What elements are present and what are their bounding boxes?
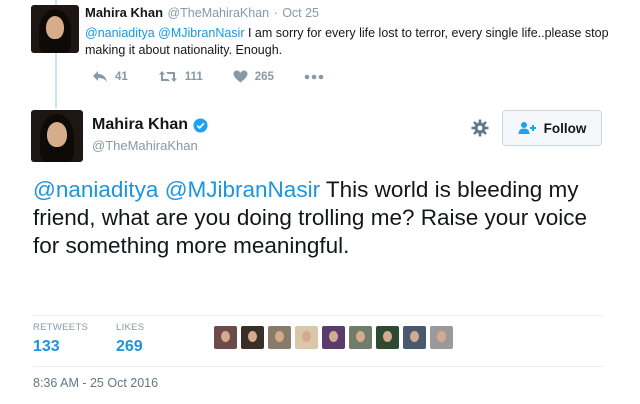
main-author-name[interactable]: Mahira Khan <box>92 116 188 134</box>
liker-avatar[interactable] <box>241 326 264 349</box>
reply-actions: 41 111 265 <box>92 70 354 83</box>
heart-icon <box>233 70 248 83</box>
liker-avatar[interactable] <box>322 326 345 349</box>
tweet-timestamp[interactable]: 8:36 AM - 25 Oct 2016 <box>33 376 158 390</box>
reply-avatar[interactable] <box>31 5 79 53</box>
reply-tweet: Mahira Khan @TheMahiraKhan · Oct 25 @nan… <box>85 4 625 59</box>
main-tweet-text: @naniaditya @MJibranNasir This world is … <box>33 176 603 260</box>
likes-count: 269 <box>116 338 143 355</box>
follow-person-icon <box>518 122 536 134</box>
retweets-count: 133 <box>33 338 60 355</box>
likes-stat[interactable]: LIKES 269 <box>116 322 144 356</box>
reply-separator: · <box>273 6 278 20</box>
likers-avatars <box>214 326 453 349</box>
reply-text: @naniaditya @MJibranNasir I am sorry for… <box>85 25 625 59</box>
reply-mention-naniaditya[interactable]: @naniaditya <box>85 26 155 40</box>
reply-author-name[interactable]: Mahira Khan <box>85 5 163 20</box>
reply-count: 41 <box>115 70 128 83</box>
like-button[interactable]: 265 <box>233 70 274 83</box>
retweets-stat[interactable]: RETWEETS 133 <box>33 322 88 356</box>
main-author-handle[interactable]: @TheMahiraKhan <box>92 138 208 153</box>
follow-button[interactable]: Follow <box>502 110 602 146</box>
main-mention-mjibrannasir[interactable]: @MJibranNasir <box>165 177 320 202</box>
retweets-label: RETWEETS <box>33 322 89 333</box>
retweet-button[interactable]: 111 <box>158 70 203 83</box>
main-tweet-header: Mahira Khan @TheMahiraKhan <box>92 116 208 153</box>
reply-header: Mahira Khan @TheMahiraKhan · Oct 25 <box>85 4 625 22</box>
liker-avatar[interactable] <box>376 326 399 349</box>
liker-avatar[interactable] <box>430 326 453 349</box>
liker-avatar[interactable] <box>268 326 291 349</box>
like-count: 265 <box>254 70 274 83</box>
reply-mention-mjibrannasir[interactable]: @MJibranNasir <box>158 26 244 40</box>
more-button[interactable] <box>304 74 324 80</box>
retweet-count: 111 <box>184 70 203 83</box>
reply-button[interactable]: 41 <box>92 70 128 83</box>
reply-date[interactable]: Oct 25 <box>282 6 319 20</box>
stats-divider-top <box>33 315 603 316</box>
reply-author-handle[interactable]: @TheMahiraKhan <box>167 6 269 20</box>
likes-label: LIKES <box>116 322 145 333</box>
reply-icon <box>93 71 107 82</box>
liker-avatar[interactable] <box>349 326 372 349</box>
liker-avatar[interactable] <box>214 326 237 349</box>
gear-icon <box>471 119 489 137</box>
main-avatar[interactable] <box>31 110 83 162</box>
stats-divider-bottom <box>33 366 603 367</box>
more-icon <box>304 74 324 79</box>
main-author[interactable]: Mahira Khan <box>92 116 208 134</box>
retweet-icon <box>158 71 177 82</box>
verified-icon <box>193 117 208 133</box>
follow-label: Follow <box>543 120 587 136</box>
main-mention-naniaditya[interactable]: @naniaditya <box>33 177 158 202</box>
liker-avatar[interactable] <box>295 326 318 349</box>
settings-button[interactable] <box>470 118 490 143</box>
liker-avatar[interactable] <box>403 326 426 349</box>
